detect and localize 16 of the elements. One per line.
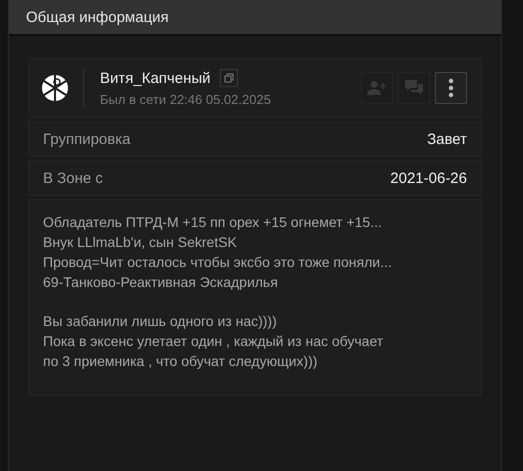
emblem-icon: [41, 74, 69, 102]
more-button[interactable]: [435, 72, 467, 104]
copy-icon: [224, 73, 234, 83]
field-value: 2021-06-26: [390, 170, 467, 186]
person-add-icon: [367, 80, 387, 96]
bio-text: Вы забанили лишь одного из нас)))) Пока в эксенс улетает один , каждый из нас обучает по 3 приемника , что обучат следующих))): [43, 312, 384, 371]
more-icon: [448, 78, 454, 98]
field-label: Группировка: [43, 130, 130, 148]
chat-icon: [404, 79, 424, 97]
copy-button[interactable]: [220, 69, 238, 87]
field-label: В Зоне с: [43, 170, 103, 186]
field-value: Завет: [427, 130, 467, 148]
bio-text: Обладатель ПТРД-М +15 пп орех +15 огнемет +15... Внук LLlmaLb'и, сын SekretSK Провод=Чит осталось чтобы эксбо это тоже поняли... 69-Танково-Реактивная Эскадрилья: [43, 213, 393, 292]
player-name: Витя_Капченый: [100, 70, 211, 86]
last-seen: Был в сети 22:46 05.02.2025: [100, 92, 272, 107]
panel-title: Общая информация: [26, 8, 169, 26]
